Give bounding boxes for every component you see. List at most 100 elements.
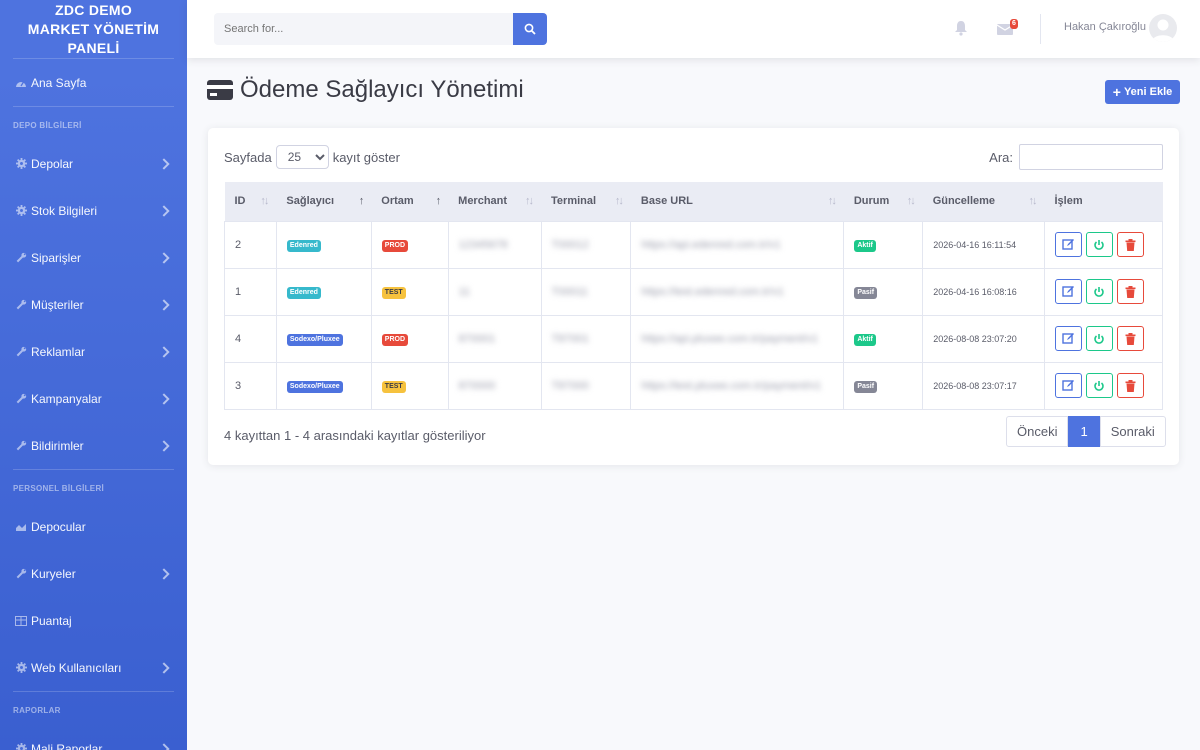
column-header[interactable]: ID ↑↓ xyxy=(224,182,277,222)
column-header[interactable]: Ortam ↑ xyxy=(371,182,449,222)
sidebar-item-home[interactable]: Ana Sayfa xyxy=(0,59,187,106)
toggle-status-button[interactable] xyxy=(1085,373,1113,398)
sidebar-item-kampanyalar[interactable]: Kampanyalar xyxy=(0,375,187,422)
cell-base-url: https://api.pluxee.com.tr/payment/v1 xyxy=(630,314,845,363)
edit-button[interactable] xyxy=(1054,232,1082,257)
column-header-label: Güncelleme xyxy=(932,195,996,208)
cell-base-url: https://api.edenred.com.tr/v1 xyxy=(630,220,845,269)
provider-badge: Edenred xyxy=(286,239,321,252)
edit-button[interactable] xyxy=(1054,279,1082,304)
sidebar-item-label: Mali Raporlar xyxy=(31,741,103,750)
bell-icon[interactable] xyxy=(954,20,970,38)
sidebar-item-reklamlar[interactable]: Reklamlar xyxy=(0,328,187,375)
sort-icon: ↑ xyxy=(435,195,441,207)
toggle-status-button[interactable] xyxy=(1085,279,1113,304)
power-icon xyxy=(1094,239,1105,250)
sidebar-item-puantaj[interactable]: Puantaj xyxy=(0,597,187,644)
cell-merchant: 11 xyxy=(447,267,542,316)
column-header-label: Merchant xyxy=(458,195,508,208)
chevron-right-icon xyxy=(158,439,170,452)
row-actions xyxy=(1054,373,1152,398)
table-filter: Ara: xyxy=(989,144,1163,170)
wrench-icon xyxy=(15,299,27,311)
column-header[interactable]: Base URL ↑↓ xyxy=(630,182,844,222)
delete-button[interactable] xyxy=(1116,232,1144,257)
merchant-value: 12345678 xyxy=(458,238,508,251)
sidebar-item-depocular[interactable]: Depocular xyxy=(0,503,187,550)
chevron-right-icon xyxy=(158,661,170,674)
power-icon xyxy=(1094,380,1105,391)
pagination-previous[interactable]: Önceki xyxy=(1006,416,1069,447)
wrench-icon xyxy=(15,440,27,452)
pagination-page-1[interactable]: 1 xyxy=(1068,416,1100,447)
cell-provider: Edenred xyxy=(275,267,372,316)
column-header-label: Ortam xyxy=(381,195,414,208)
row-id: 1 xyxy=(235,285,242,298)
sidebar-item-müşteriler[interactable]: Müşteriler xyxy=(0,281,187,328)
sidebar-item-stok-bilgileri[interactable]: Stok Bilgileri xyxy=(0,187,187,234)
cell-terminal: T00011 xyxy=(540,267,632,316)
sidebar-item-mali-raporlar[interactable]: Mali Raporlar xyxy=(0,725,187,750)
chevron-right-icon xyxy=(158,298,170,311)
cell-env: PROD xyxy=(370,314,449,363)
column-header[interactable]: Güncelleme ↑↓ xyxy=(922,182,1045,222)
cell-merchant: 12345678 xyxy=(447,220,542,269)
cell-provider: Edenred xyxy=(275,220,372,269)
sidebar-item-depolar[interactable]: Depolar xyxy=(0,140,187,187)
terminal-value: T87001 xyxy=(551,332,589,345)
pagination-next[interactable]: Sonraki xyxy=(1099,416,1166,447)
sort-icon: ↑↓ xyxy=(906,195,916,207)
sidebar-item-web-kullanıcıları[interactable]: Web Kullanıcıları xyxy=(0,644,187,691)
terminal-value: T00011 xyxy=(551,285,589,298)
avatar[interactable] xyxy=(1149,14,1177,42)
edit-icon xyxy=(1062,380,1074,391)
sidebar: ZDC DEMO MARKET YÖNETİM PANELİ Ana Sayfa… xyxy=(0,0,187,750)
add-new-button[interactable]: + Yeni Ekle xyxy=(1105,80,1180,104)
sidebar-item-kuryeler[interactable]: Kuryeler xyxy=(0,550,187,597)
tachometer-icon xyxy=(15,77,27,89)
edit-icon xyxy=(1062,239,1074,250)
user-name[interactable]: Hakan Çakıroğlu xyxy=(1064,21,1146,33)
envelope-icon[interactable]: 6 xyxy=(997,19,1019,38)
cell-env: TEST xyxy=(370,267,449,316)
pagination: Önceki 1 Sonraki xyxy=(1006,416,1166,447)
search-input[interactable] xyxy=(214,13,513,45)
chevron-right-icon xyxy=(158,567,170,580)
chevron-right-icon xyxy=(158,392,170,405)
column-header[interactable]: Merchant ↑↓ xyxy=(448,182,542,222)
status-badge: Aktif xyxy=(854,239,876,252)
env-badge: TEST xyxy=(381,286,406,299)
base-url-value: https://test.pluxee.com.tr/payment/v1 xyxy=(641,379,822,392)
column-header[interactable]: Sağlayıcı ↑ xyxy=(276,182,372,222)
delete-button[interactable] xyxy=(1116,373,1144,398)
cell-id: 2 xyxy=(224,220,277,269)
edit-button[interactable] xyxy=(1054,373,1082,398)
sidebar-item-bildirimler[interactable]: Bildirimler xyxy=(0,422,187,469)
cell-status: Aktif xyxy=(843,314,924,363)
cell-updated: 2026-08-08 23:07:17 xyxy=(922,361,1045,410)
power-icon xyxy=(1094,286,1105,297)
table-search-input[interactable] xyxy=(1019,144,1163,170)
toggle-status-button[interactable] xyxy=(1085,326,1113,351)
brand-logo[interactable]: ZDC DEMO MARKET YÖNETİM PANELİ xyxy=(0,0,187,58)
table-info: 4 kayıttan 1 - 4 arasındaki kayıtlar gös… xyxy=(224,428,486,443)
delete-button[interactable] xyxy=(1116,326,1144,351)
sidebar-item-siparişler[interactable]: Siparişler xyxy=(0,234,187,281)
sidebar-item-label: Kuryeler xyxy=(31,566,76,581)
cell-actions xyxy=(1043,314,1164,363)
table-row: 1 Edenred TEST 11 T00011 https://test.edenred… xyxy=(224,267,1164,316)
delete-button[interactable] xyxy=(1116,279,1144,304)
column-header[interactable]: Durum ↑↓ xyxy=(843,182,923,222)
search-button[interactable] xyxy=(513,13,547,45)
edit-button[interactable] xyxy=(1054,326,1082,351)
base-url-value: https://test.edenred.com.tr/v1 xyxy=(641,285,784,298)
chevron-right-icon xyxy=(158,345,170,358)
sidebar-heading-personel: PERSONEL BİLGİLERİ xyxy=(13,484,105,493)
cell-env: PROD xyxy=(370,220,449,269)
page-length-select[interactable]: 25 xyxy=(275,145,329,169)
column-header[interactable]: Terminal ↑↓ xyxy=(541,182,631,222)
toggle-status-button[interactable] xyxy=(1085,232,1113,257)
merchant-value: 870001 xyxy=(458,332,496,345)
wrench-icon xyxy=(15,346,27,358)
column-header-label: Durum xyxy=(853,195,890,208)
